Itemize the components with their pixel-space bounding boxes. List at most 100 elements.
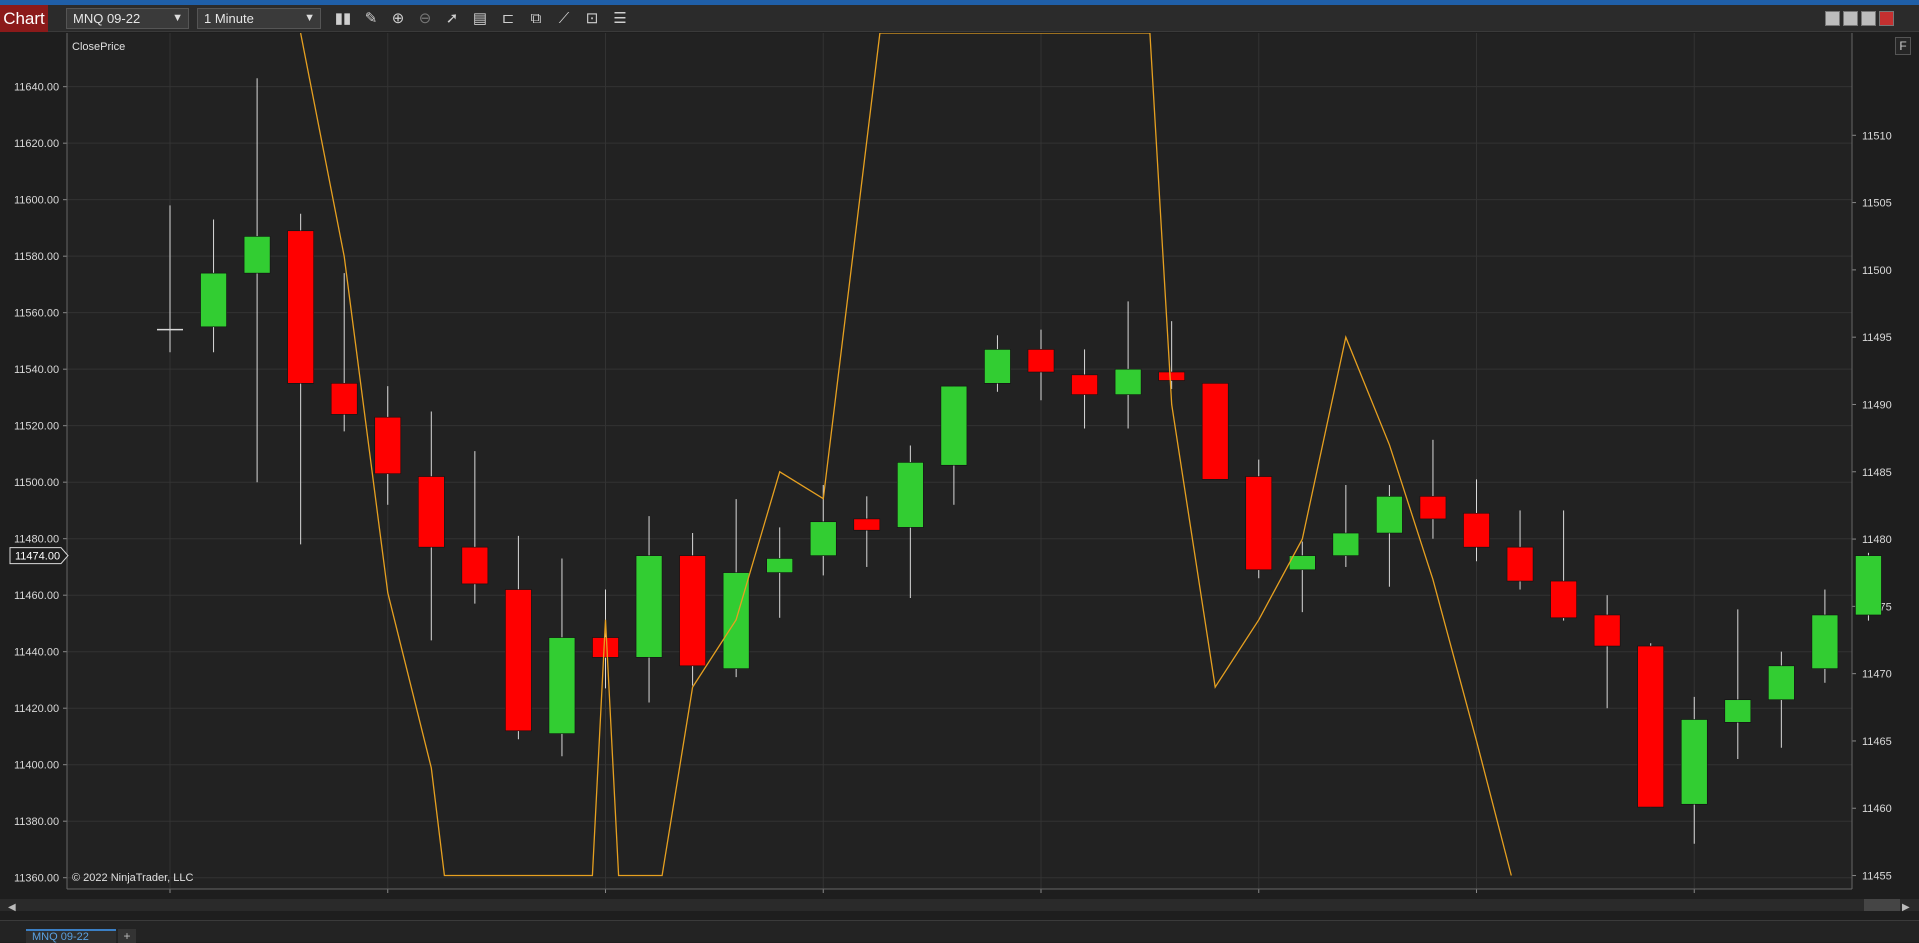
candle-up [635,555,663,658]
candle-down [1201,383,1229,480]
left-tick-label: 11560.00 [14,308,59,320]
candle-down [330,383,358,415]
window-maximize-button[interactable] [1861,11,1876,26]
candle-up [1289,555,1316,571]
right-tick-label: 11470 [1862,669,1892,681]
current-price-marker: 11474.00 [9,547,69,565]
left-price-axis: 11640.00 11620.00 11600.00 11580.00 11560.00… [14,82,67,885]
data-box-icon[interactable]: ▤ [469,9,491,29]
chart-window-label[interactable]: Chart [0,5,48,32]
bottom-tab-bar: MNQ 09-22 + [0,920,1919,943]
left-tick-label: 11480.00 [14,534,59,546]
left-tick-label: 11640.00 [14,82,59,94]
candle-down [374,416,402,475]
chevron-down-icon: ▼ [172,12,183,24]
right-tick-label: 11465 [1862,736,1892,748]
right-tick-label: 11505 [1862,198,1892,210]
candle-down [1506,546,1534,582]
indicators-icon[interactable]: ⊡ [581,9,603,29]
candle-down [679,555,706,667]
candle-up [897,462,924,528]
candle-up [984,349,1011,384]
left-tick-label: 11380.00 [14,816,59,828]
candle-down [592,637,619,658]
candle-down [461,546,489,585]
candle-down [505,589,532,732]
left-tick-label: 11360.00 [14,873,59,885]
candle-down [1027,349,1055,373]
candle-up [243,236,271,274]
pointer-icon[interactable]: ➚ [441,9,463,29]
left-tick-label: 11460.00 [14,590,59,602]
candle-down [1419,496,1447,520]
left-tick-label: 11580.00 [14,251,59,263]
draw-pencil-icon[interactable]: ✎ [360,9,382,29]
left-tick-label: 11520.00 [14,421,59,433]
copyright-text: © 2022 NinjaTrader, LLC [72,872,193,884]
list-icon[interactable]: ☰ [609,9,631,29]
candle-up [548,637,576,734]
candle-down [417,476,445,548]
candle-up [809,521,837,556]
candle-down [1593,614,1621,647]
interval-value: 1 Minute [204,11,254,26]
price-chart[interactable]: 11640.00 11620.00 11600.00 11580.00 11560.00… [0,32,1919,918]
zoom-in-icon[interactable]: ⊕ [387,9,409,29]
candle-down [1637,645,1664,808]
candle-down [1071,374,1098,395]
right-tick-label: 11510 [1862,130,1892,142]
scrollbar-thumb[interactable] [1864,899,1900,911]
candle-up [1724,699,1752,723]
candle-down [853,518,881,531]
window-tile-button[interactable] [1825,11,1840,26]
scroll-left-icon[interactable]: ◀ [8,902,16,913]
left-tick-label: 11620.00 [14,138,59,150]
candle-up [1114,368,1142,395]
right-tick-label: 11480 [1862,534,1892,546]
horizontal-scrollbar[interactable] [0,899,1919,911]
candle-up [1332,532,1360,556]
f-toggle-button[interactable]: F [1895,37,1911,55]
right-tick-label: 11455 [1862,871,1892,883]
right-tick-label: 11485 [1862,467,1892,479]
right-tick-label: 11495 [1862,332,1892,344]
right-tick-label: 11500 [1862,265,1892,277]
candle-down [1550,580,1577,619]
current-price-label: 11474.00 [15,551,60,563]
left-tick-label: 11400.00 [14,760,59,772]
chart-panel[interactable]: 11640.00 11620.00 11600.00 11580.00 11560.00… [0,32,1919,918]
series-label: ClosePrice [72,41,125,53]
template-icon[interactable]: ⧉ [525,9,547,29]
right-tick-label: 11490 [1862,399,1892,411]
candle-up [1768,665,1795,701]
left-tick-label: 11420.00 [14,703,59,715]
instrument-select[interactable]: MNQ 09-22 ▼ [66,8,189,29]
zoom-out-icon[interactable]: ⊖ [414,9,436,29]
bar-type-icon[interactable]: ▮▮ [332,9,354,29]
candle-down [1245,476,1273,571]
candle-down [1158,371,1185,381]
interval-select[interactable]: 1 Minute ▼ [197,8,321,29]
instrument-tab[interactable]: MNQ 09-22 [26,929,116,943]
right-tick-label: 11460 [1862,803,1892,815]
candle-up [200,272,227,328]
left-tick-label: 11440.00 [14,647,59,659]
candle-down [287,230,314,384]
window-close-button[interactable] [1879,11,1894,26]
add-tab-button[interactable]: + [118,929,136,943]
scroll-right-icon[interactable]: ▶ [1902,902,1910,913]
window-minimize-button[interactable] [1843,11,1858,26]
chart-toolbar: Chart MNQ 09-22 ▼ 1 Minute ▼ ▮▮ ✎ ⊕ ⊖ ➚ … [0,5,1919,32]
instrument-value: MNQ 09-22 [73,11,141,26]
left-tick-label: 11500.00 [14,477,59,489]
properties-icon[interactable]: ⊏ [497,9,519,29]
candle-up [1855,555,1882,616]
left-tick-label: 11540.00 [14,364,59,376]
candle-up [1680,719,1708,805]
left-tick-label: 11600.00 [14,195,59,207]
candle-down [1463,512,1490,548]
strategy-icon[interactable]: ⟋ [553,9,575,29]
candle-up [1376,496,1403,534]
chevron-down-icon: ▼ [304,12,315,24]
candle-up [766,558,794,573]
